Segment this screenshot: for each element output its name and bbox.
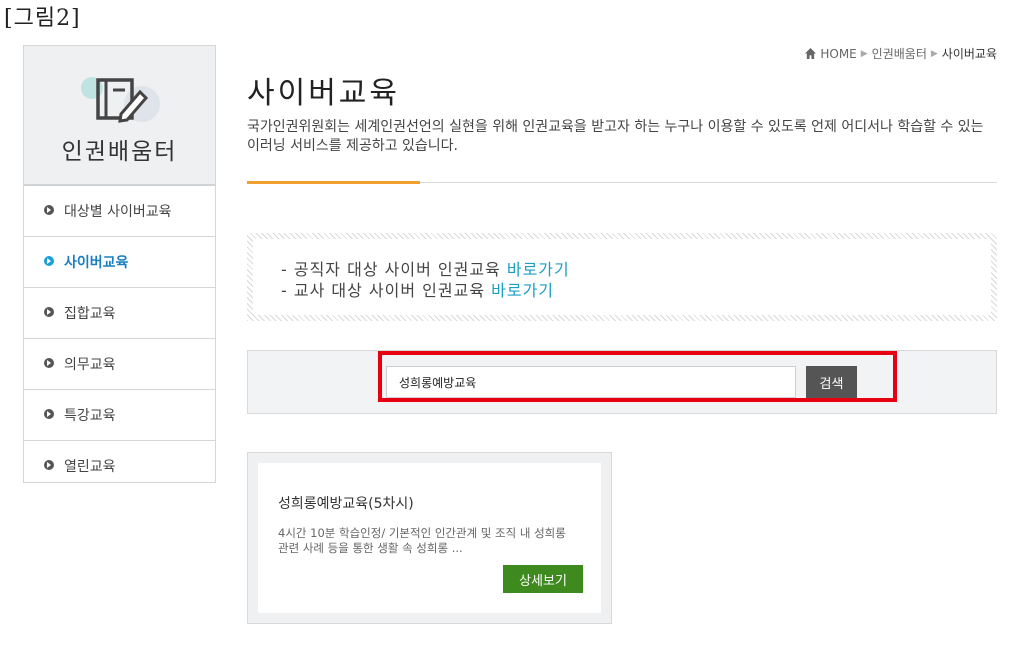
- sidebar-item-mandatory[interactable]: 의무교육: [24, 339, 215, 390]
- page-description: 국가인권위원회는 세계인권선언의 실현을 위해 인권교육을 받고자 하는 누구나…: [247, 119, 984, 154]
- sidebar-item-label: 사이버교육: [64, 255, 129, 271]
- breadcrumb: HOME ▶ 인권배움터 ▶ 사이버교육: [805, 45, 997, 62]
- home-icon: [805, 48, 817, 59]
- breadcrumb-current: 사이버교육: [941, 47, 997, 61]
- link-text: - 교사 대상 사이버 인권교육: [281, 281, 492, 300]
- shortcut-link[interactable]: 바로가기: [491, 281, 554, 300]
- course-title[interactable]: 성희롱예방교육(5차시): [278, 493, 414, 513]
- breadcrumb-level1[interactable]: 인권배움터: [872, 45, 927, 62]
- arrow-circle-icon: [44, 460, 54, 470]
- links-box: - 공직자 대상 사이버 인권교육 바로가기 - 교사 대상 사이버 인권교육 …: [247, 233, 997, 321]
- figure-caption: [그림2]: [4, 6, 81, 31]
- course-description: 4시간 10분 학습인정/ 기본적인 인간관계 및 조직 내 성희롱 관련 사례…: [278, 526, 566, 555]
- sidebar-item-lecture[interactable]: 특강교육: [24, 390, 215, 441]
- sidebar-item-label: 대상별 사이버교육: [64, 204, 172, 220]
- breadcrumb-arrow-icon: ▶: [860, 48, 868, 59]
- detail-button[interactable]: 상세보기: [503, 565, 583, 593]
- course-card: 성희롱예방교육(5차시) 4시간 10분 학습인정/ 기본적인 인간관계 및 조…: [247, 452, 612, 624]
- sidebar-item-label: 의무교육: [64, 357, 116, 373]
- arrow-circle-icon: [44, 205, 54, 215]
- sidebar-item-cyber[interactable]: 사이버교육: [24, 237, 215, 288]
- sidebar-item-target-cyber[interactable]: 대상별 사이버교육: [24, 186, 215, 237]
- notebook-pencil-icon: [81, 77, 160, 123]
- breadcrumb-home[interactable]: HOME: [820, 47, 856, 61]
- search-button[interactable]: 검색: [806, 366, 857, 398]
- sidebar-item-label: 특강교육: [64, 408, 116, 424]
- sidebar-item-label: 집합교육: [64, 306, 116, 322]
- course-card-inner: 성희롱예방교육(5차시) 4시간 10분 학습인정/ 기본적인 인간관계 및 조…: [258, 463, 601, 613]
- arrow-circle-icon: [44, 307, 54, 317]
- link-line-teachers: - 교사 대상 사이버 인권교육 바로가기: [281, 277, 554, 301]
- page-title: 사이버교육: [247, 76, 400, 111]
- sidebar-item-label: 열린교육: [64, 459, 116, 475]
- links-inner: - 공직자 대상 사이버 인권교육 바로가기 - 교사 대상 사이버 인권교육 …: [253, 239, 991, 315]
- sidebar: 인권배움터 대상별 사이버교육 사이버교육 집합교육 의무교육 특강교육 열린교…: [23, 45, 216, 483]
- sidebar-item-group[interactable]: 집합교육: [24, 288, 215, 339]
- sidebar-title: 인권배움터: [61, 139, 178, 165]
- arrow-circle-icon: [44, 409, 54, 419]
- breadcrumb-arrow-icon: ▶: [930, 48, 938, 59]
- divider-accent: [247, 181, 420, 184]
- arrow-circle-icon: [44, 256, 54, 266]
- search-input[interactable]: [386, 366, 796, 398]
- sidebar-item-open[interactable]: 열린교육: [24, 441, 215, 491]
- search-bar: 검색: [247, 350, 997, 414]
- arrow-circle-icon: [44, 358, 54, 368]
- sidebar-header: 인권배움터: [24, 46, 215, 186]
